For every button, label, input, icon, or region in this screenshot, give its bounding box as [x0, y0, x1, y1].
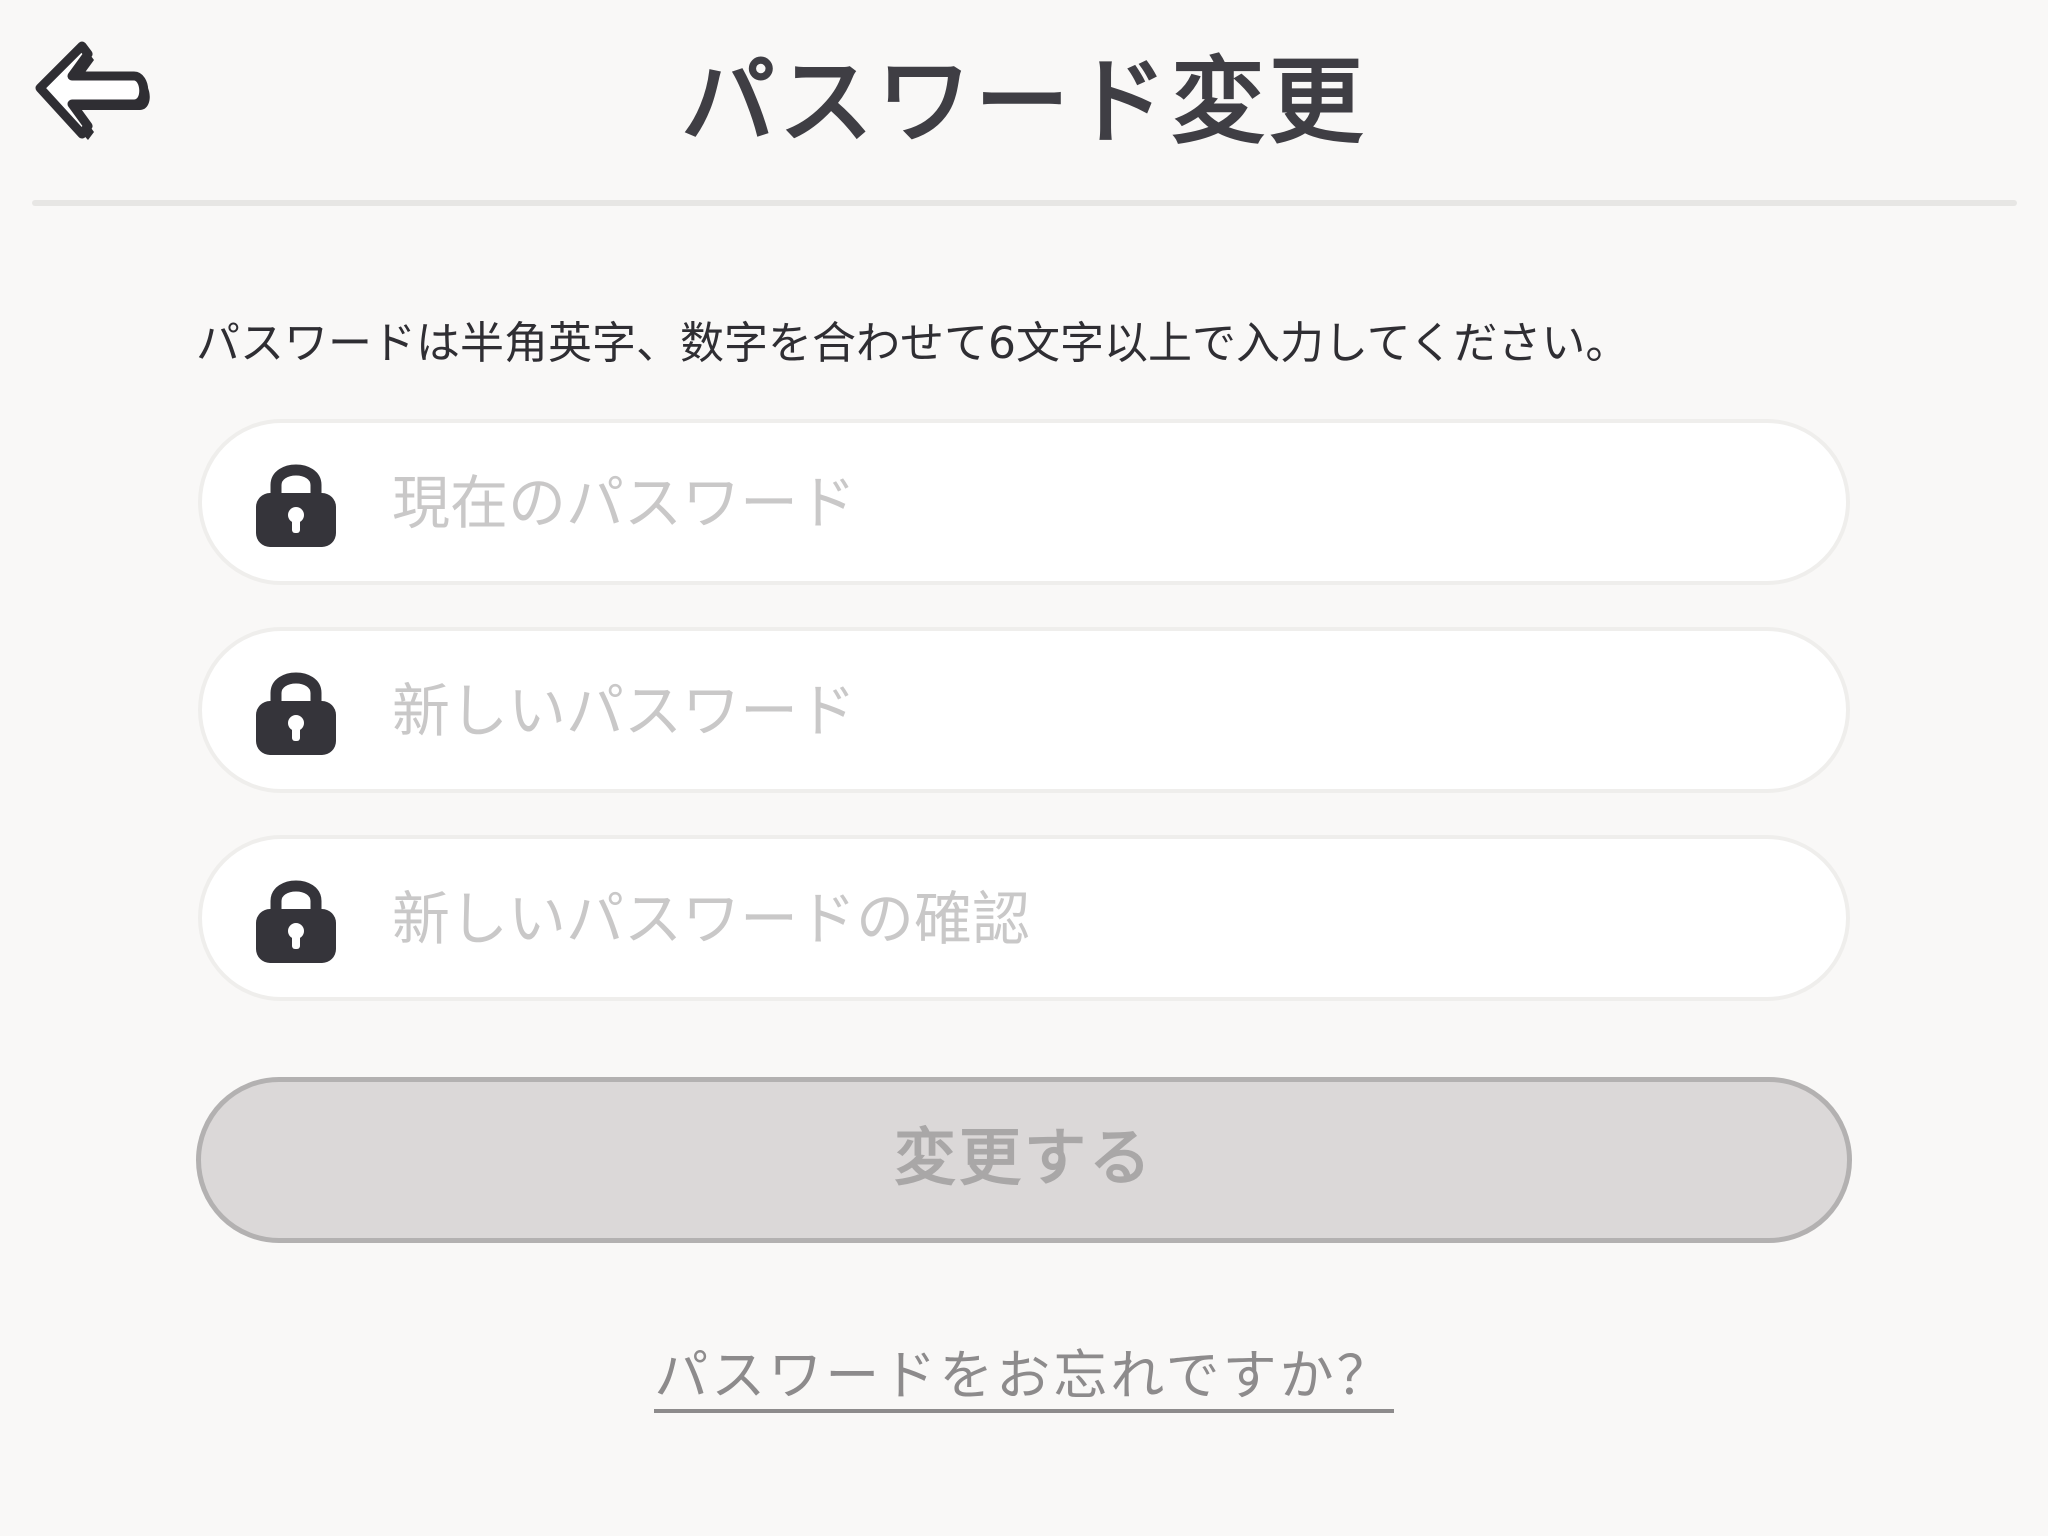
current-password-field[interactable]	[198, 419, 1850, 585]
page-title: パスワード変更	[680, 48, 1367, 157]
lock-icon	[256, 667, 336, 755]
lock-icon	[256, 875, 336, 963]
password-instruction: パスワードは半角英字、数字を合わせて6文字以上で入力してください。	[196, 318, 1630, 369]
confirm-password-field[interactable]	[198, 835, 1850, 1001]
current-password-input[interactable]	[392, 453, 1792, 553]
forgot-password-row: パスワードをお忘れですか？	[0, 1336, 2048, 1416]
new-password-field[interactable]	[198, 627, 1850, 793]
header: パスワード変更	[0, 0, 2048, 206]
new-password-input[interactable]	[392, 661, 1792, 761]
forgot-password-link[interactable]: パスワードをお忘れですか？	[654, 1344, 1394, 1413]
confirm-password-input[interactable]	[392, 869, 1792, 969]
lock-icon	[256, 459, 336, 547]
change-password-button[interactable]: 変更する	[196, 1077, 1852, 1243]
header-divider	[32, 200, 2017, 206]
